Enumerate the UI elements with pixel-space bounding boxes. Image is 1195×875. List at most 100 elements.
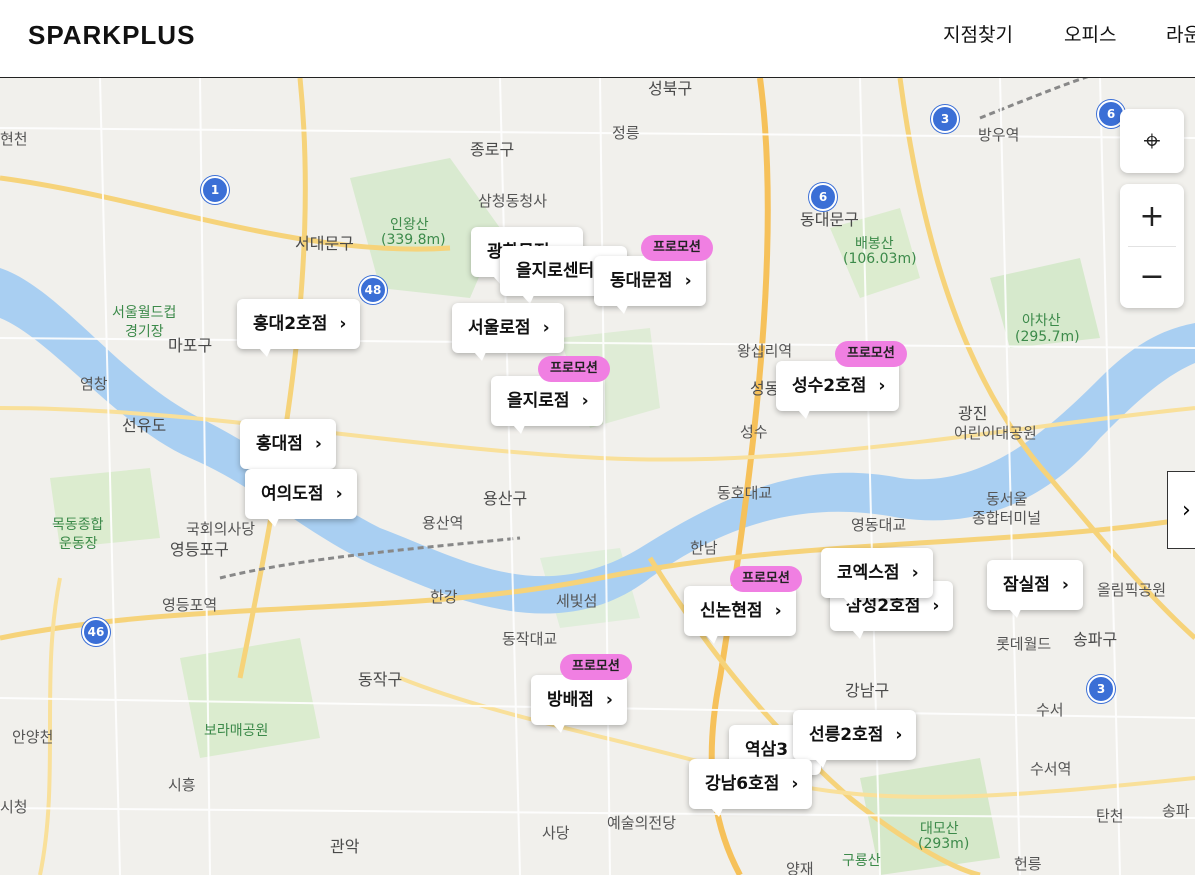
branch-name: 을지로센터: [516, 261, 595, 281]
chevron-right-icon: ›: [542, 318, 550, 338]
place-label: 인왕산: [390, 217, 429, 233]
district-label: 영등포구: [170, 540, 229, 559]
place-label: 동호대교: [717, 484, 773, 502]
branch-name: 성수2호점: [792, 376, 867, 396]
place-label: 대모산: [920, 821, 959, 837]
zoom-in-button[interactable]: +: [1120, 186, 1184, 246]
highway-shield: 46: [82, 618, 110, 646]
chevron-right-icon: ›: [339, 314, 347, 334]
place-label: (106.03m): [843, 251, 917, 267]
place-label: (293m): [918, 836, 970, 852]
place-label: 아차산: [1022, 313, 1061, 329]
map-canvas[interactable]: 1 48 6 3 46 6 3 성북구 종로구 서대문구 마포구 용산구 영등포…: [0, 78, 1195, 875]
place-label: 시흥: [168, 776, 196, 794]
nav-find-branch[interactable]: 지점찾기: [943, 20, 1013, 47]
header: SPARKPLUS 지점찾기 오피스 라운: [0, 0, 1195, 78]
zoom-out-button[interactable]: −: [1120, 246, 1184, 306]
branch-name: 홍대점: [256, 434, 303, 454]
branch-name: 역삼3: [745, 740, 789, 760]
chevron-right-icon: ›: [774, 601, 782, 621]
place-label: 염창: [80, 375, 108, 393]
branch-name: 잠실점: [1003, 575, 1050, 595]
branch-name: 방배점: [547, 690, 594, 710]
place-label: 세빛섬: [556, 592, 598, 610]
nav-office[interactable]: 오피스: [1064, 20, 1116, 47]
branch-pin[interactable]: 홍대2호점 ›: [237, 299, 361, 357]
branch-pin[interactable]: 방배점 ›: [531, 675, 627, 733]
branch-pin[interactable]: 홍대점 ›: [240, 419, 336, 477]
locate-control: ⌖: [1120, 109, 1184, 173]
place-label: 방우역: [978, 126, 1020, 144]
district-label: 성북구: [648, 79, 693, 98]
place-label: 운동장: [59, 536, 98, 552]
branch-name: 동대문점: [610, 271, 673, 291]
place-label: 영동대교: [851, 516, 907, 534]
chevron-right-icon: ›: [911, 563, 919, 583]
branch-pin[interactable]: 여의도점 ›: [245, 469, 357, 527]
district-label: 종로구: [470, 140, 515, 159]
branch-pin[interactable]: 성수2호점 ›: [776, 361, 900, 419]
map-base: [0, 78, 1195, 875]
place-label: 시청: [0, 798, 28, 816]
promo-badge: 프로모션: [560, 654, 632, 680]
branch-pin[interactable]: 강남6호점 ›: [689, 759, 813, 817]
place-label: 헌릉: [1014, 855, 1042, 873]
branch-pin[interactable]: 서울로점 ›: [452, 303, 564, 361]
branch-name: 홍대2호점: [253, 314, 328, 334]
chevron-right-icon: ›: [605, 690, 613, 710]
district-label: 서대문구: [295, 234, 354, 253]
place-label: 선유도: [122, 416, 167, 435]
nav-lounge[interactable]: 라운: [1166, 20, 1195, 47]
chevron-right-icon: ›: [895, 725, 903, 745]
branch-name: 강남6호점: [705, 774, 780, 794]
next-panel-button[interactable]: ›: [1167, 471, 1195, 549]
place-label: 왕십리역: [737, 342, 793, 360]
place-label: 영등포역: [162, 596, 218, 614]
chevron-right-icon: ›: [932, 596, 940, 616]
highway-shield: 1: [201, 176, 229, 204]
promo-badge: 프로모션: [641, 235, 713, 261]
branch-pin[interactable]: 신논현점 ›: [684, 586, 796, 644]
place-label: 송파: [1162, 802, 1190, 820]
branch-name: 신논현점: [700, 601, 763, 621]
place-label: 탄천: [1096, 807, 1124, 825]
branch-name: 서울로점: [468, 318, 531, 338]
chevron-right-icon: ›: [878, 376, 886, 396]
highway-shield: 48: [359, 276, 387, 304]
place-label: 어린이대공원: [954, 424, 1037, 442]
place-label: 정릉: [612, 124, 640, 142]
chevron-right-icon: ›: [581, 391, 589, 411]
place-label: 예술의전당: [607, 814, 677, 832]
chevron-right-icon: ›: [1061, 575, 1069, 595]
branch-pin[interactable]: 선릉2호점 ›: [793, 710, 917, 768]
district-label: 용산구: [483, 489, 528, 508]
place-label: 종합터미널: [972, 509, 1042, 527]
chevron-right-icon: ›: [684, 271, 692, 291]
place-label: 경기장: [125, 324, 164, 340]
district-label: 광진: [958, 404, 988, 423]
branch-name: 선릉2호점: [809, 725, 884, 745]
place-label: 사당: [542, 824, 570, 842]
place-label: 동서울: [986, 490, 1028, 508]
place-label: 배봉산: [855, 236, 894, 252]
place-label: 용산역: [422, 514, 464, 532]
place-label: 한강: [430, 588, 458, 606]
branch-name: 코엑스점: [837, 563, 900, 583]
branch-pin[interactable]: 잠실점 ›: [987, 560, 1083, 618]
chevron-right-icon: ›: [314, 434, 322, 454]
branch-pin[interactable]: 코엑스점 ›: [821, 548, 933, 606]
sparkplus-logo[interactable]: SPARKPLUS: [28, 20, 195, 51]
highway-shield: 3: [1087, 675, 1115, 703]
place-label: 국회의사당: [186, 520, 256, 538]
place-label: 안양천: [12, 728, 54, 746]
branch-pin[interactable]: 동대문점 ›: [594, 256, 706, 314]
district-label: 송파구: [1073, 630, 1118, 649]
place-label: 수서: [1036, 701, 1064, 719]
crosshair-icon[interactable]: ⌖: [1120, 111, 1184, 171]
place-label: 삼청동청사: [478, 192, 548, 210]
zoom-control: + −: [1120, 184, 1184, 308]
promo-badge: 프로모션: [538, 356, 610, 382]
place-label: 성수: [740, 423, 768, 441]
place-label: 롯데월드: [996, 635, 1052, 653]
branch-pin[interactable]: 을지로점 ›: [491, 376, 603, 434]
